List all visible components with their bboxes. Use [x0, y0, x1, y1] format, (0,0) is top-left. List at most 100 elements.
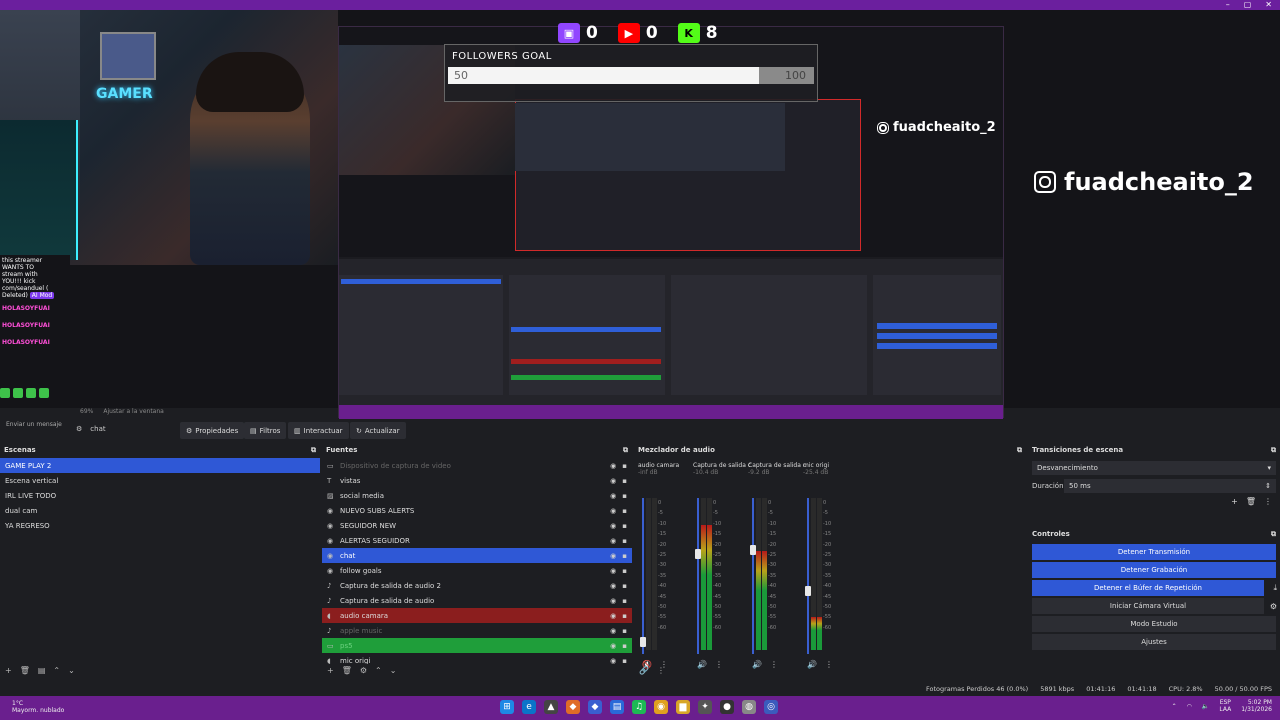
- lock-icon[interactable]: ▪: [622, 462, 627, 470]
- control-button[interactable]: Modo Estudio: [1032, 616, 1276, 632]
- eye-icon[interactable]: ◉: [610, 507, 616, 515]
- obs-icon[interactable]: ●: [720, 700, 734, 714]
- eye-icon[interactable]: ◉: [610, 612, 616, 620]
- volume-fader[interactable]: [805, 498, 811, 654]
- lock-icon[interactable]: ▪: [622, 522, 627, 530]
- dock-undock-icon[interactable]: ⧉: [311, 446, 316, 454]
- volume-fader[interactable]: [695, 498, 701, 654]
- app-icon[interactable]: ▤: [610, 700, 624, 714]
- scene-item[interactable]: IRL LIVE TODO: [0, 488, 320, 503]
- eye-icon[interactable]: ◉: [610, 477, 616, 485]
- lock-icon[interactable]: ▪: [622, 657, 627, 665]
- control-button[interactable]: Detener Transmisión: [1032, 544, 1276, 560]
- lock-icon[interactable]: ▪: [622, 627, 627, 635]
- app-icon[interactable]: ✦: [698, 700, 712, 714]
- lock-icon[interactable]: ▪: [622, 477, 627, 485]
- add-transition-button[interactable]: +: [1231, 497, 1238, 506]
- eye-icon[interactable]: ◉: [610, 627, 616, 635]
- app-icon[interactable]: ◍: [742, 700, 756, 714]
- channel-menu-icon[interactable]: ⋮: [715, 660, 723, 669]
- eye-icon[interactable]: ◉: [610, 657, 616, 665]
- preview-fit[interactable]: Ajustar a la ventana: [103, 408, 164, 415]
- lock-icon[interactable]: ▪: [622, 612, 627, 620]
- scene-item[interactable]: dual cam: [0, 503, 320, 518]
- volume-fader[interactable]: [640, 498, 646, 654]
- source-settings-button[interactable]: ⚙: [360, 666, 367, 676]
- emote-icon[interactable]: [26, 388, 36, 398]
- minimize-button[interactable]: –: [1226, 0, 1230, 10]
- tray-chevron-icon[interactable]: ⌃: [1172, 703, 1177, 710]
- refresh-button[interactable]: ↻ Actualizar: [350, 422, 406, 439]
- add-source-button[interactable]: +: [327, 666, 334, 676]
- source-item[interactable]: ♪ Captura de salida de audio ◉ ▪: [322, 593, 632, 608]
- dock-undock-icon[interactable]: ⧉: [1017, 446, 1022, 454]
- move-down-button[interactable]: ⌄: [68, 666, 75, 676]
- fader-knob[interactable]: [750, 544, 756, 555]
- weather-widget[interactable]: 1°C Mayorm. nublado: [12, 700, 64, 714]
- spotify-icon[interactable]: ♫: [632, 700, 646, 714]
- dock-undock-icon[interactable]: ⧉: [1271, 446, 1276, 454]
- source-item[interactable]: ◉ ALERTAS SEGUIDOR ◉ ▪: [322, 533, 632, 548]
- source-item[interactable]: ♪ apple music ◉ ▪: [322, 623, 632, 638]
- clock[interactable]: 5:02 PM 1/31/2026: [1241, 699, 1272, 713]
- mixer-menu-icon[interactable]: ⋮: [657, 666, 665, 676]
- lock-icon[interactable]: ▪: [622, 492, 627, 500]
- remove-source-button[interactable]: 🗑: [342, 666, 352, 676]
- control-button[interactable]: Detener el Búfer de Repetición ⤓: [1032, 580, 1277, 596]
- eye-icon[interactable]: ◉: [610, 492, 616, 500]
- app-icon[interactable]: ◎: [764, 700, 778, 714]
- control-button[interactable]: Ajustes: [1032, 634, 1276, 650]
- eye-icon[interactable]: ◉: [610, 462, 616, 470]
- lock-icon[interactable]: ▪: [622, 552, 627, 560]
- eye-icon[interactable]: ◉: [610, 537, 616, 545]
- dock-undock-icon[interactable]: ⧉: [1271, 530, 1276, 538]
- move-up-button[interactable]: ⌃: [375, 666, 382, 676]
- control-button[interactable]: Detener Grabación: [1032, 562, 1276, 578]
- remove-scene-button[interactable]: 🗑: [20, 666, 30, 676]
- channel-menu-icon[interactable]: ⋮: [770, 660, 778, 669]
- scene-item[interactable]: YA REGRESO: [0, 518, 320, 533]
- lock-icon[interactable]: ▪: [622, 507, 627, 515]
- wifi-icon[interactable]: ◠: [1187, 703, 1192, 710]
- speaker-icon[interactable]: 🔊: [697, 660, 707, 669]
- emote-icon[interactable]: [0, 388, 10, 398]
- app-icon[interactable]: ◆: [588, 700, 602, 714]
- preview-canvas[interactable]: GAMER this streamer WANTS TO stream with…: [0, 10, 1280, 419]
- add-scene-button[interactable]: +: [5, 666, 12, 676]
- lock-icon[interactable]: ▪: [622, 567, 627, 575]
- source-item[interactable]: ▨ social media ◉ ▪: [322, 488, 632, 503]
- scene-item[interactable]: GAME PLAY 2: [0, 458, 320, 473]
- fader-knob[interactable]: [695, 549, 701, 560]
- maximize-button[interactable]: ▢: [1244, 0, 1252, 10]
- source-item[interactable]: ◉ SEGUIDOR NEW ◉ ▪: [322, 518, 632, 533]
- language-indicator[interactable]: ESP LAA: [1219, 699, 1231, 713]
- channel-menu-icon[interactable]: ⋮: [825, 660, 833, 669]
- mixer-link-icon[interactable]: 🔗: [639, 666, 649, 676]
- scene-filters-button[interactable]: ▤: [38, 666, 46, 676]
- interact-button[interactable]: ▥ Interactuar: [288, 422, 349, 439]
- eye-icon[interactable]: ◉: [610, 567, 616, 575]
- transition-menu-button[interactable]: ⋮: [1264, 497, 1272, 506]
- lock-icon[interactable]: ▪: [622, 642, 627, 650]
- eye-icon[interactable]: ◉: [610, 552, 616, 560]
- source-item[interactable]: ◉ follow goals ◉ ▪: [322, 563, 632, 578]
- volume-icon[interactable]: 🔈: [1202, 703, 1209, 710]
- eye-icon[interactable]: ◉: [610, 582, 616, 590]
- source-item[interactable]: Tvistas ◉ ▪: [322, 473, 632, 488]
- duration-input[interactable]: 50 ms ⇕: [1064, 479, 1276, 493]
- source-item[interactable]: ◉ chat ◉ ▪: [322, 548, 632, 563]
- speaker-icon[interactable]: 🔊: [807, 660, 817, 669]
- scene-item[interactable]: Escena vertical: [0, 473, 320, 488]
- emote-icon[interactable]: [13, 388, 23, 398]
- dock-undock-icon[interactable]: ⧉: [623, 446, 628, 454]
- eye-icon[interactable]: ◉: [610, 522, 616, 530]
- source-item[interactable]: ▭ Dispositivo de captura de video ◉ ▪: [322, 458, 632, 473]
- remove-transition-button[interactable]: 🗑: [1246, 497, 1256, 506]
- emote-icon[interactable]: [39, 388, 49, 398]
- speaker-icon[interactable]: 🔊: [752, 660, 762, 669]
- eye-icon[interactable]: ◉: [610, 642, 616, 650]
- folder-icon[interactable]: ▆: [676, 700, 690, 714]
- fader-knob[interactable]: [805, 585, 811, 596]
- move-down-button[interactable]: ⌄: [390, 666, 397, 676]
- control-button[interactable]: Iniciar Cámara Virtual ⚙: [1032, 598, 1277, 614]
